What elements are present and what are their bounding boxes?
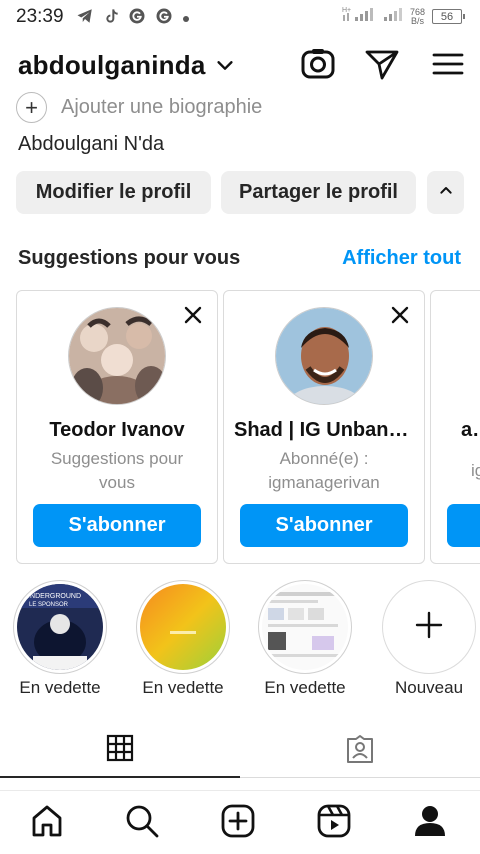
highlight-label: En vedette [19,678,101,697]
menu-icon[interactable] [430,46,466,82]
highlight-label: En vedette [264,678,346,697]
highlight-label: Nouveau [394,678,464,697]
search-icon[interactable] [122,801,162,841]
svg-text:LE SPONSOR: LE SPONSOR [29,602,69,608]
create-post-icon[interactable] [218,801,258,841]
svg-text:H+: H+ [342,7,351,14]
collapse-suggestions-button[interactable] [427,171,464,214]
highlight-item[interactable]: En vedette [257,580,353,698]
battery-icon: 56 [432,9,465,24]
username[interactable]: abdoulganinda [18,50,205,81]
tab-posts-grid[interactable] [0,724,240,778]
new-highlight-item[interactable]: Nouveau [381,580,477,698]
highlight-cover [140,584,226,670]
suggestion-card: Shad | IG Unbanning Abonné(e) : igmanage… [223,290,425,564]
suggestion-name[interactable]: av [431,419,480,442]
status-time: 23:39 [16,6,64,27]
add-bio-row[interactable]: + Ajouter une biographie [16,92,262,123]
bio-placeholder[interactable]: Ajouter une biographie [61,96,262,119]
edit-profile-button[interactable]: Modifier le profil [16,171,211,214]
follow-button[interactable]: S'abonner [33,504,201,547]
close-icon[interactable] [183,305,203,325]
g-icon [155,7,173,30]
highlight-item[interactable]: En vedette [135,580,231,698]
highlight-item[interactable]: UNDERGROUND LE SPONSOR En vedette [12,580,108,698]
suggestion-subtitle: Abonné(e) : igmanagerivan [268,449,380,492]
close-icon[interactable] [390,305,410,325]
reels-icon[interactable] [314,801,354,841]
profile-header: abdoulganinda [0,40,480,90]
chevron-down-icon[interactable] [214,54,236,81]
status-right: H+ 768 B/s 56 [342,5,465,28]
suggestion-subtitle: ig [471,461,480,480]
suggestion-card: Teodor Ivanov Suggestions pour vous S'ab… [16,290,218,564]
send-icon[interactable] [364,46,400,82]
highlight-cover [262,584,348,670]
network-speed: 768 B/s [410,7,425,26]
telegram-icon [76,7,94,30]
g-icon [128,7,146,30]
tiktok-icon [103,7,119,30]
dot-icon [182,10,190,28]
highlight-ring[interactable] [136,580,230,674]
highlight-label: En vedette [142,678,224,697]
see-all-link[interactable]: Afficher tout [342,247,461,270]
profile-tabs [0,724,480,778]
threads-icon[interactable] [300,46,336,82]
signal-icon-1: H+ [342,5,376,28]
full-name: Abdoulgani N'da [18,133,165,155]
bottom-navigation [0,790,480,854]
signal-icon-2 [383,5,403,28]
notification-icons [76,7,190,30]
suggestion-name[interactable]: Teodor Ivanov [17,419,217,442]
svg-text:UNDERGROUND: UNDERGROUND [25,593,81,600]
avatar[interactable] [68,307,166,405]
profile-icon[interactable] [410,801,450,841]
follow-button[interactable] [447,504,480,547]
share-profile-button[interactable]: Partager le profil [221,171,416,214]
suggestion-name[interactable]: Shad | IG Unbanning [224,419,424,442]
suggestions-title: Suggestions pour vous [18,247,241,269]
add-bio-plus-icon[interactable]: + [16,92,47,123]
tagged-person-icon [345,734,375,769]
follow-button[interactable]: S'abonner [240,504,408,547]
plus-icon [414,610,444,645]
home-icon[interactable] [27,801,67,841]
battery-level: 56 [440,10,454,23]
chevron-up-icon [438,181,454,204]
status-bar: 23:39 H+ 768 B/s 56 [0,0,480,34]
tab-tagged[interactable] [240,724,480,778]
highlight-ring[interactable]: UNDERGROUND LE SPONSOR [13,580,107,674]
highlight-ring[interactable] [258,580,352,674]
avatar[interactable] [275,307,373,405]
suggestion-card: av ig [430,290,480,564]
highlight-cover: UNDERGROUND LE SPONSOR [17,584,103,670]
net-speed-unit: B/s [410,15,424,26]
grid-icon [106,734,134,767]
new-highlight-button[interactable] [382,580,476,674]
suggestion-subtitle: Suggestions pour vous [50,449,184,492]
